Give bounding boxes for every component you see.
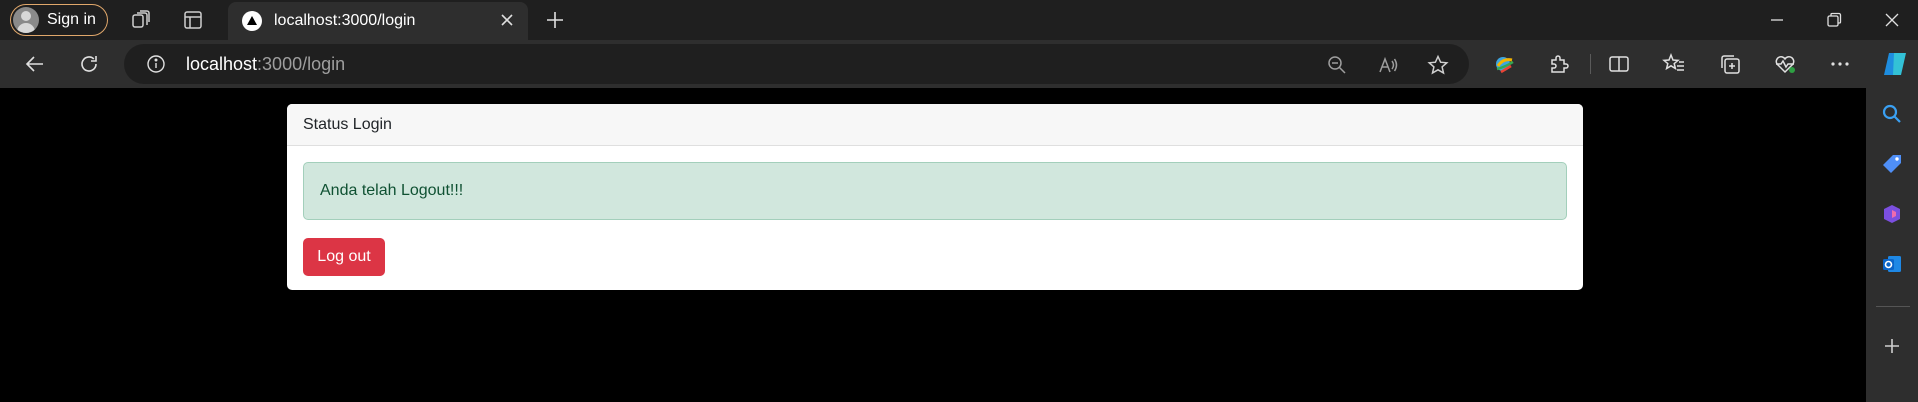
new-tab-icon[interactable]	[543, 8, 567, 32]
tab-active[interactable]: localhost:3000/login	[228, 2, 528, 40]
close-window-icon[interactable]	[1880, 8, 1904, 32]
add-icon[interactable]	[1880, 334, 1904, 358]
favorites-icon[interactable]	[1662, 52, 1686, 76]
more-menu-icon[interactable]	[1828, 52, 1852, 76]
profile-avatar-icon	[13, 7, 39, 33]
refresh-icon[interactable]	[77, 52, 101, 76]
address-url: localhost:3000/login	[186, 54, 345, 75]
page-viewport: Status Login Anda telah Logout!!! Log ou…	[5, 88, 1866, 402]
copilot-icon[interactable]	[1880, 49, 1910, 79]
tab-actions-icon[interactable]	[181, 8, 205, 32]
favorite-star-icon[interactable]	[1427, 54, 1449, 76]
site-favicon-icon	[242, 11, 262, 31]
browser-toolbar: localhost:3000/login	[0, 40, 1918, 88]
logout-alert: Anda telah Logout!!!	[303, 162, 1567, 220]
collections-icon[interactable]	[1718, 52, 1742, 76]
browser-essentials-icon[interactable]	[1773, 52, 1797, 76]
zoom-out-icon[interactable]	[1326, 54, 1348, 76]
url-path: :3000/login	[257, 54, 346, 74]
office-icon[interactable]	[1880, 202, 1904, 226]
minimize-icon[interactable]	[1765, 8, 1789, 32]
sidebar-divider	[1876, 306, 1910, 307]
restore-icon[interactable]	[1822, 8, 1846, 32]
address-bar[interactable]: localhost:3000/login	[124, 44, 1469, 84]
color-extension-icon[interactable]	[1493, 52, 1517, 76]
site-info-icon[interactable]	[146, 54, 166, 74]
tab-bar: Sign in localhost:3000/login	[0, 0, 1918, 40]
sign-in-button[interactable]: Sign in	[10, 4, 108, 36]
back-icon[interactable]	[23, 52, 47, 76]
card-header: Status Login	[287, 104, 1583, 146]
browser-sidebar	[1866, 88, 1918, 402]
url-host: localhost	[186, 54, 258, 74]
logout-button[interactable]: Log out	[303, 238, 385, 276]
status-card: Status Login Anda telah Logout!!! Log ou…	[287, 104, 1583, 290]
close-tab-icon[interactable]	[496, 9, 518, 31]
extensions-icon[interactable]	[1547, 52, 1571, 76]
outlook-icon[interactable]	[1880, 252, 1904, 276]
toolbar-divider	[1590, 54, 1591, 74]
workspaces-icon[interactable]	[129, 8, 153, 32]
search-icon[interactable]	[1880, 102, 1904, 126]
read-aloud-icon[interactable]	[1377, 54, 1399, 76]
split-screen-icon[interactable]	[1607, 52, 1631, 76]
sign-in-label: Sign in	[47, 11, 96, 28]
tab-title: localhost:3000/login	[274, 12, 416, 29]
shopping-icon[interactable]	[1880, 152, 1904, 176]
